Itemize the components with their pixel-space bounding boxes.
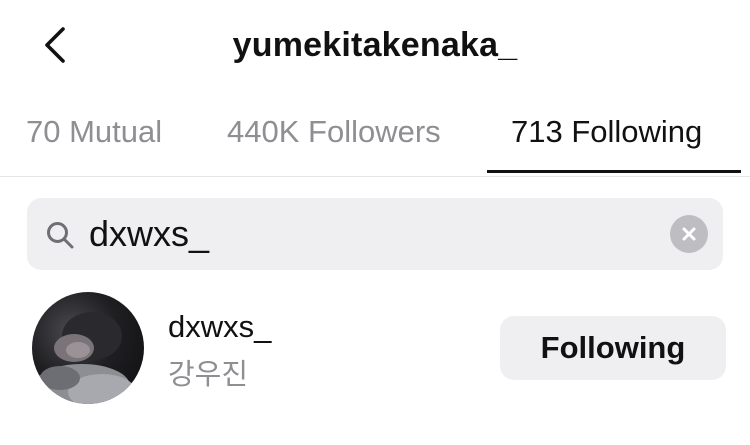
user-list-item[interactable]: dxwxs_ 강우진 Following — [0, 285, 750, 415]
top-bar: yumekitakenaka_ — [0, 0, 750, 90]
page-title: yumekitakenaka_ — [232, 26, 518, 64]
following-button[interactable]: Following — [500, 316, 726, 380]
username: dxwxs_ — [168, 309, 272, 344]
full-name: 강우진 — [168, 359, 249, 391]
tab-bar: 70 Mutual 440K Followers 713 Following — [0, 100, 750, 177]
clear-search-button[interactable] — [670, 215, 708, 253]
search-icon — [47, 222, 74, 249]
search-input[interactable] — [89, 208, 649, 260]
avatar[interactable] — [32, 292, 144, 404]
avatar-image — [34, 312, 136, 404]
tab-followers[interactable]: 440K Followers — [227, 114, 441, 150]
tab-mutual[interactable]: 70 Mutual — [26, 114, 162, 150]
search-bar[interactable] — [27, 198, 723, 270]
clear-icon — [682, 227, 696, 241]
tab-following[interactable]: 713 Following — [511, 114, 702, 150]
active-tab-indicator — [487, 170, 741, 173]
